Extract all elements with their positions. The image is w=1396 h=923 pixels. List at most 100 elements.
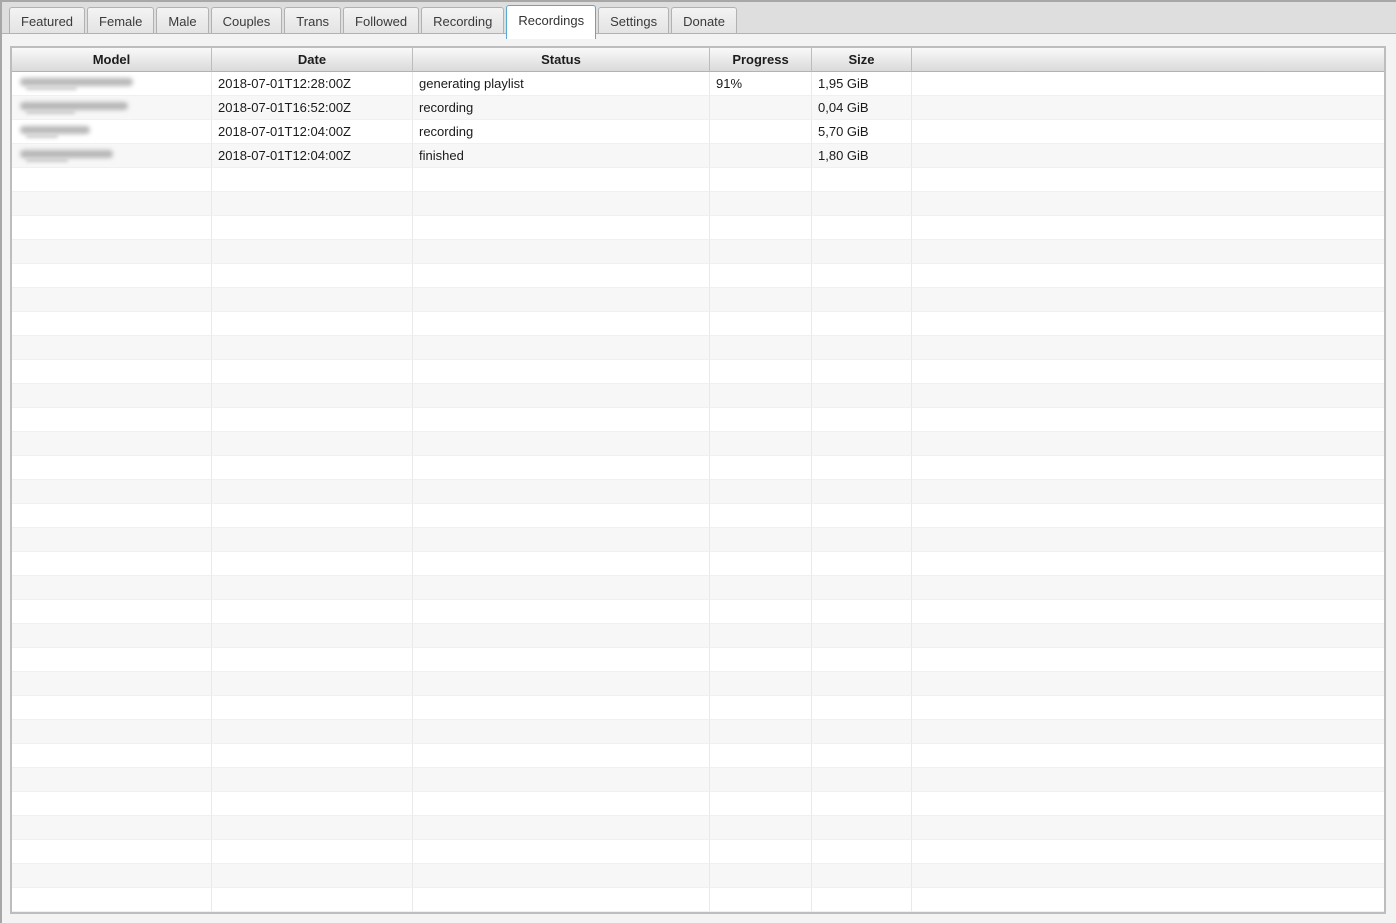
cell-status: recording (413, 120, 710, 144)
table-row-empty (12, 216, 1384, 240)
cell-filler (912, 240, 1384, 264)
cell-progress (710, 792, 812, 816)
table-row[interactable]: 2018-07-01T12:04:00Zfinished 1,80 GiB (12, 144, 1384, 168)
cell-model (12, 312, 212, 336)
cell-size (812, 768, 912, 792)
cell-filler (912, 840, 1384, 864)
tab-male[interactable]: Male (156, 7, 208, 34)
cell-status (413, 480, 710, 504)
cell-size (812, 648, 912, 672)
table-row-empty (12, 888, 1384, 912)
tab-followed[interactable]: Followed (343, 7, 419, 34)
cell-model (12, 552, 212, 576)
cell-size: 5,70 GiB (812, 120, 912, 144)
cell-date (212, 720, 413, 744)
cell-status (413, 600, 710, 624)
cell-size (812, 600, 912, 624)
tab-couples[interactable]: Couples (211, 7, 283, 34)
cell-date (212, 192, 413, 216)
cell-status (413, 744, 710, 768)
cell-status (413, 240, 710, 264)
cell-progress (710, 192, 812, 216)
cell-status (413, 336, 710, 360)
tab-featured[interactable]: Featured (9, 7, 85, 34)
cell-filler (912, 360, 1384, 384)
cell-date (212, 816, 413, 840)
cell-progress (710, 864, 812, 888)
cell-date (212, 504, 413, 528)
cell-status: finished (413, 144, 710, 168)
column-header-model[interactable]: Model (12, 48, 212, 72)
cell-progress (710, 648, 812, 672)
cell-filler (912, 120, 1384, 144)
cell-filler (912, 648, 1384, 672)
cell-status (413, 816, 710, 840)
cell-progress (710, 720, 812, 744)
cell-filler (912, 336, 1384, 360)
table-row-empty (12, 336, 1384, 360)
table-row-empty (12, 480, 1384, 504)
tab-recordings[interactable]: Recordings (506, 5, 596, 39)
cell-progress (710, 312, 812, 336)
cell-date (212, 336, 413, 360)
tab-settings[interactable]: Settings (598, 7, 669, 34)
cell-filler (912, 816, 1384, 840)
cell-size (812, 456, 912, 480)
cell-progress (710, 264, 812, 288)
cell-model (12, 360, 212, 384)
tab-female[interactable]: Female (87, 7, 154, 34)
cell-size (812, 216, 912, 240)
cell-size (812, 528, 912, 552)
tab-donate[interactable]: Donate (671, 7, 737, 34)
cell-status (413, 792, 710, 816)
cell-status (413, 384, 710, 408)
cell-filler (912, 744, 1384, 768)
table-row[interactable]: 2018-07-01T12:28:00Zgenerating playlist9… (12, 72, 1384, 96)
cell-status (413, 576, 710, 600)
cell-date (212, 888, 413, 912)
column-header-progress[interactable]: Progress (710, 48, 812, 72)
column-header-status[interactable]: Status (413, 48, 710, 72)
cell-size: 1,80 GiB (812, 144, 912, 168)
cell-size (812, 240, 912, 264)
cell-model (12, 528, 212, 552)
cell-status: generating playlist (413, 72, 710, 96)
cell-size (812, 552, 912, 576)
cell-model (12, 96, 212, 120)
cell-progress (710, 456, 812, 480)
table-header: ModelDateStatusProgressSize (12, 48, 1384, 72)
table-row-empty (12, 192, 1384, 216)
cell-filler (912, 504, 1384, 528)
tab-trans[interactable]: Trans (284, 7, 341, 34)
cell-status (413, 288, 710, 312)
table-row-empty (12, 384, 1384, 408)
cell-progress (710, 552, 812, 576)
table-row[interactable]: 2018-07-01T12:04:00Zrecording5,70 GiB (12, 120, 1384, 144)
column-header-size[interactable]: Size (812, 48, 912, 72)
cell-filler (912, 264, 1384, 288)
cell-model (12, 768, 212, 792)
cell-date (212, 600, 413, 624)
tab-recording[interactable]: Recording (421, 7, 504, 34)
table-row-empty (12, 840, 1384, 864)
cell-model (12, 816, 212, 840)
cell-progress (710, 480, 812, 504)
cell-date (212, 648, 413, 672)
cell-status (413, 648, 710, 672)
cell-size (812, 624, 912, 648)
cell-size (812, 504, 912, 528)
cell-progress (710, 360, 812, 384)
cell-filler (912, 480, 1384, 504)
cell-size (812, 192, 912, 216)
column-header-date[interactable]: Date (212, 48, 413, 72)
cell-model (12, 792, 212, 816)
cell-date: 2018-07-01T12:04:00Z (212, 144, 413, 168)
cell-status (413, 432, 710, 456)
cell-filler (912, 720, 1384, 744)
cell-model (12, 576, 212, 600)
table-row[interactable]: 2018-07-01T16:52:00Zrecording0,04 GiB (12, 96, 1384, 120)
cell-filler (912, 600, 1384, 624)
cell-size (812, 288, 912, 312)
cell-date (212, 384, 413, 408)
cell-status (413, 312, 710, 336)
